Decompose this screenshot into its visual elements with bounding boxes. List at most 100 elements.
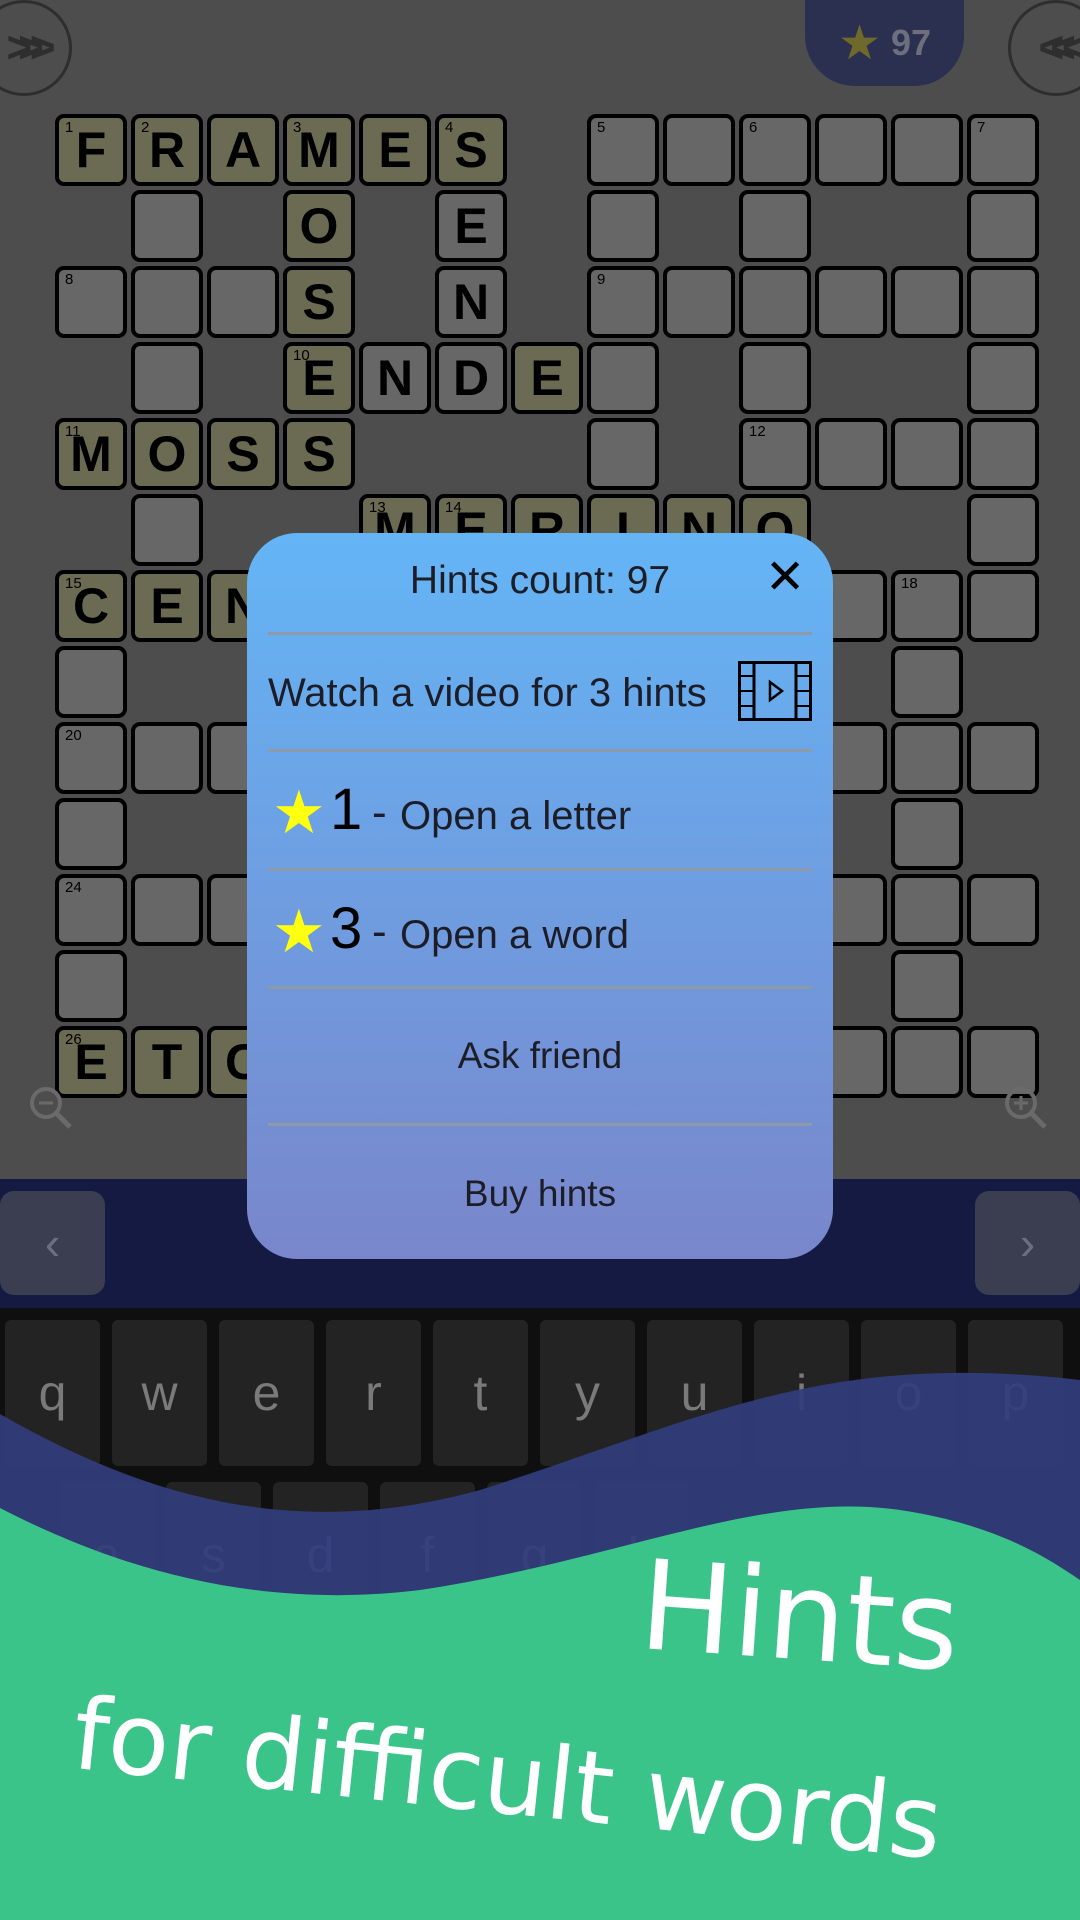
grid-cell[interactable]: S: [283, 266, 355, 338]
grid-cell[interactable]: 4S: [435, 114, 507, 186]
grid-cell[interactable]: [815, 266, 887, 338]
grid-cell[interactable]: [891, 874, 963, 946]
star-icon: ★: [272, 898, 326, 965]
clue-number: 6: [749, 119, 758, 136]
grid-cell[interactable]: [967, 418, 1039, 490]
chevrons-right-icon: >>>: [6, 23, 55, 72]
star-icon: ★: [272, 779, 326, 846]
watch-video-button[interactable]: Watch a video for 3 hints: [268, 635, 812, 749]
grid-cell[interactable]: [891, 798, 963, 870]
grid-cell[interactable]: [131, 494, 203, 566]
open-word-option[interactable]: ★ 3 - Open a word: [268, 871, 812, 987]
previous-clue-button[interactable]: ‹: [0, 1191, 105, 1295]
cell-letter: N: [376, 350, 414, 406]
buy-hints-button[interactable]: Buy hints: [247, 1173, 833, 1215]
cell-letter: F: [75, 122, 107, 178]
grid-cell[interactable]: [891, 646, 963, 718]
open-letter-option[interactable]: ★ 1 - Open a letter: [268, 752, 812, 868]
grid-cell[interactable]: [891, 1026, 963, 1098]
grid-cell[interactable]: 9: [587, 266, 659, 338]
grid-cell[interactable]: [891, 114, 963, 186]
grid-cell[interactable]: [587, 190, 659, 262]
grid-cell[interactable]: 8: [55, 266, 127, 338]
grid-cell[interactable]: D: [435, 342, 507, 414]
ask-friend-button[interactable]: Ask friend: [247, 1035, 833, 1077]
grid-cell[interactable]: [967, 342, 1039, 414]
grid-cell[interactable]: [587, 342, 659, 414]
grid-cell[interactable]: [739, 266, 811, 338]
grid-cell[interactable]: N: [435, 266, 507, 338]
grid-cell[interactable]: E: [435, 190, 507, 262]
close-button[interactable]: ✕: [765, 549, 805, 605]
grid-cell[interactable]: 6: [739, 114, 811, 186]
grid-cell[interactable]: [891, 722, 963, 794]
grid-cell[interactable]: E: [131, 570, 203, 642]
grid-cell[interactable]: S: [283, 418, 355, 490]
grid-cell[interactable]: [55, 950, 127, 1022]
cell-letter: O: [299, 198, 339, 254]
grid-cell[interactable]: [55, 646, 127, 718]
grid-cell[interactable]: 5: [587, 114, 659, 186]
grid-cell[interactable]: [967, 266, 1039, 338]
grid-cell[interactable]: [131, 190, 203, 262]
previous-word-button[interactable]: >>>: [0, 0, 72, 96]
grid-cell[interactable]: [967, 874, 1039, 946]
grid-cell[interactable]: [739, 342, 811, 414]
grid-cell[interactable]: 1F: [55, 114, 127, 186]
option-dash: -: [372, 907, 387, 956]
cell-letter: T: [151, 1034, 183, 1090]
grid-cell[interactable]: O: [131, 418, 203, 490]
clue-number: 9: [597, 271, 606, 288]
grid-cell[interactable]: [131, 342, 203, 414]
next-word-button[interactable]: <<<: [1008, 0, 1080, 96]
grid-cell[interactable]: S: [207, 418, 279, 490]
grid-cell[interactable]: 10 E: [283, 342, 355, 414]
grid-cell[interactable]: [967, 494, 1039, 566]
hint-count: 97: [890, 22, 932, 63]
grid-cell[interactable]: [967, 722, 1039, 794]
grid-cell[interactable]: 15 C: [55, 570, 127, 642]
next-clue-button[interactable]: ›: [975, 1191, 1080, 1295]
grid-cell[interactable]: 18: [891, 570, 963, 642]
grid-cell[interactable]: [739, 190, 811, 262]
zoom-out-icon[interactable]: [26, 1083, 76, 1133]
grid-cell[interactable]: T: [131, 1026, 203, 1098]
grid-cell[interactable]: E: [511, 342, 583, 414]
grid-cell[interactable]: [967, 190, 1039, 262]
grid-cell[interactable]: [131, 266, 203, 338]
grid-cell[interactable]: [891, 950, 963, 1022]
grid-cell[interactable]: 2R: [131, 114, 203, 186]
grid-cell[interactable]: N: [359, 342, 431, 414]
grid-cell[interactable]: 3M: [283, 114, 355, 186]
cell-letter: E: [530, 350, 564, 406]
option-label: Open a letter: [400, 794, 632, 838]
grid-cell[interactable]: 12: [739, 418, 811, 490]
grid-cell[interactable]: 11 M: [55, 418, 127, 490]
grid-cell[interactable]: A: [207, 114, 279, 186]
grid-cell[interactable]: [891, 266, 963, 338]
grid-cell[interactable]: O: [283, 190, 355, 262]
grid-cell[interactable]: [587, 418, 659, 490]
grid-cell[interactable]: [131, 874, 203, 946]
grid-cell[interactable]: 7: [967, 114, 1039, 186]
hint-count-badge[interactable]: ★ 97: [805, 0, 964, 86]
grid-cell[interactable]: [131, 722, 203, 794]
close-icon: ✕: [765, 551, 806, 604]
grid-cell[interactable]: [967, 570, 1039, 642]
grid-cell[interactable]: [815, 114, 887, 186]
grid-cell[interactable]: [815, 418, 887, 490]
chevrons-left-icon: <<<: [1038, 23, 1080, 72]
grid-cell[interactable]: 24: [55, 874, 127, 946]
grid-cell[interactable]: E: [359, 114, 431, 186]
grid-cell[interactable]: [55, 798, 127, 870]
grid-cell[interactable]: [207, 266, 279, 338]
grid-cell[interactable]: [663, 266, 735, 338]
grid-cell[interactable]: 20: [55, 722, 127, 794]
clue-number: 5: [597, 119, 606, 136]
grid-cell[interactable]: [663, 114, 735, 186]
cell-letter: R: [148, 122, 186, 178]
zoom-in-icon[interactable]: [1001, 1083, 1051, 1133]
cell-letter: S: [302, 274, 336, 330]
grid-cell[interactable]: [891, 418, 963, 490]
cell-letter: D: [452, 350, 490, 406]
